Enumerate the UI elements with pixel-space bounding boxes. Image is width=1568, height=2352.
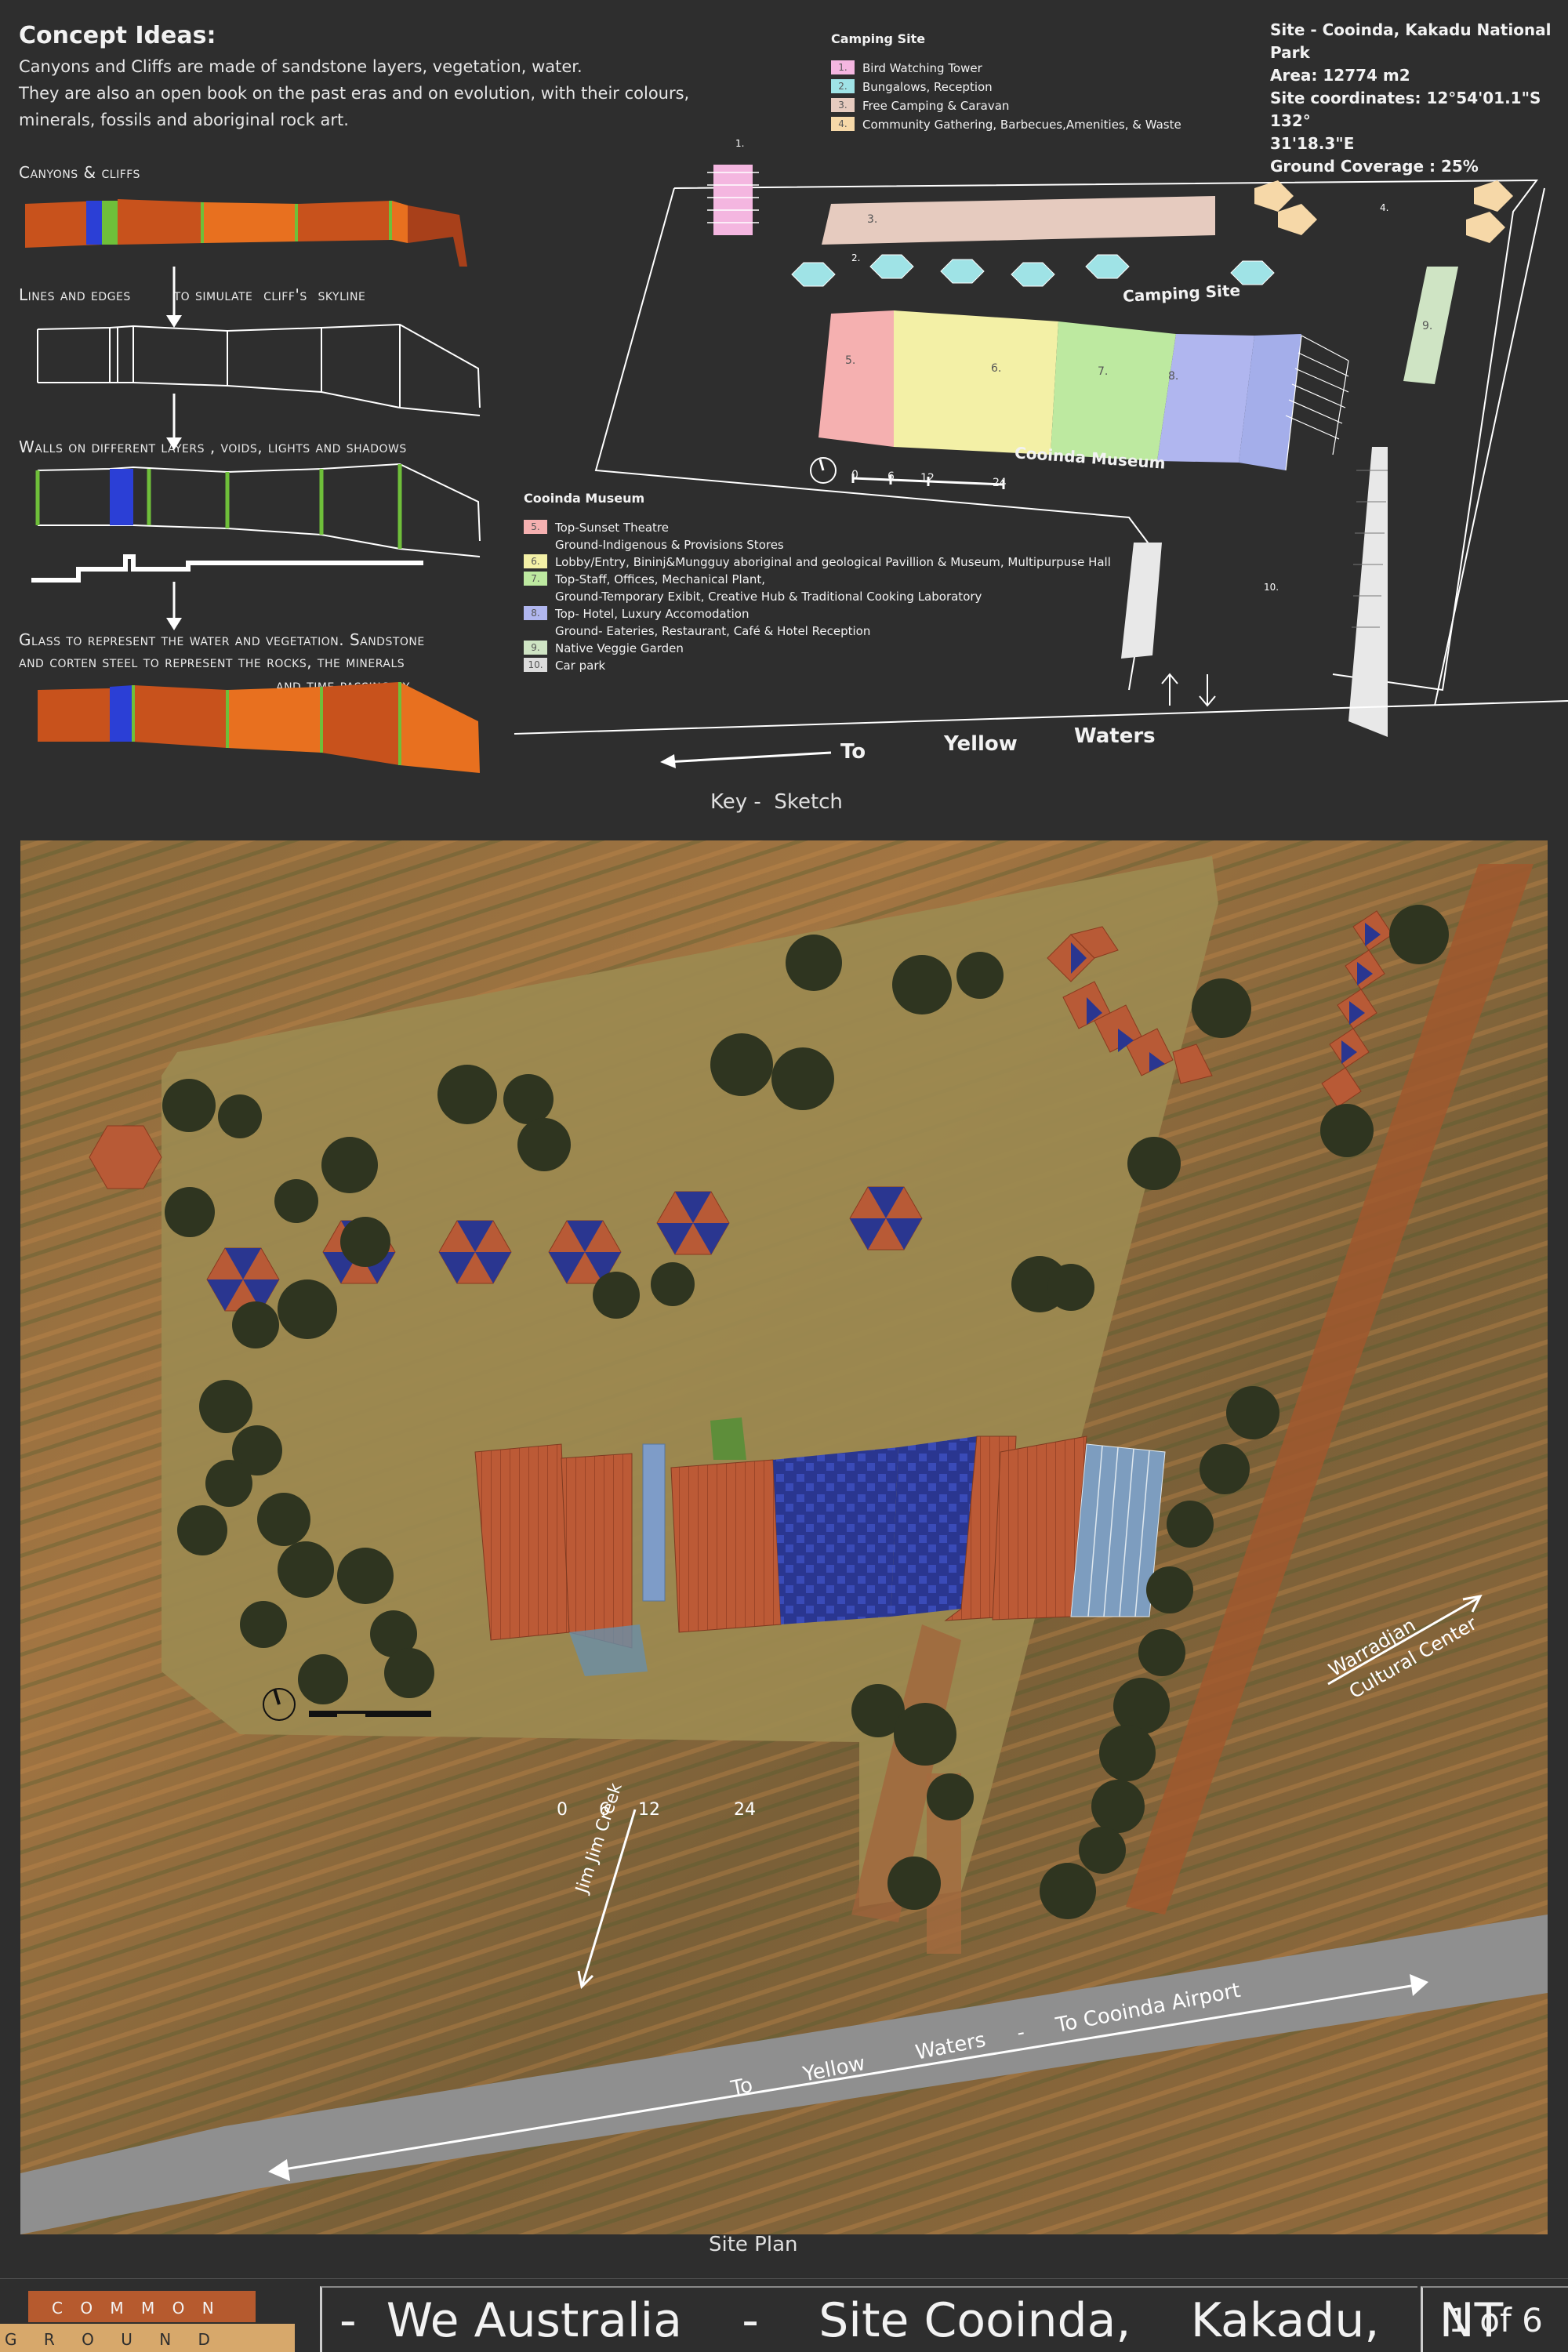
museum-legend: Cooinda Museum 5. Top-Sunset Theatre Grou…: [524, 491, 1111, 673]
entry-arrows: [1161, 673, 1216, 707]
site-info-coords-1: Site coordinates: 12°54'01.1"S 132°: [1270, 89, 1541, 130]
legend-item-8: 8. Top- Hotel, Luxury Accomodation: [524, 606, 1111, 622]
sketch-road-line: [514, 700, 1568, 735]
site-info-name: Site - Cooinda, Kakadu National Park: [1270, 20, 1552, 62]
legend-item-7-ground: Ground-Temporary Exibit, Creative Hub & …: [555, 590, 982, 604]
sketch-free-camping: [822, 196, 1215, 245]
page-indicator: 1 of 6: [1421, 2286, 1568, 2352]
sketch-bungalows: [791, 254, 1275, 287]
legend-item-5: 5. Top-Sunset Theatre: [524, 520, 1111, 535]
site-info-coverage: Ground Coverage : 25%: [1270, 157, 1479, 176]
site-info-area: Area: 12774 m2: [1270, 66, 1410, 85]
sketch-block-5: [818, 310, 894, 447]
sketch-road-waters: Waters: [1074, 724, 1156, 748]
legend-item-bird-tower: 1. Bird Watching Tower: [831, 60, 1181, 76]
concept-line: Canyons and Cliffs are made of sandstone…: [19, 57, 583, 76]
sketch-block-7: [1051, 321, 1176, 461]
sketch-road-to: To: [840, 740, 866, 764]
legend-item-5-ground: Ground-Indigenous & Provisions Stores: [555, 538, 784, 552]
sketch-road-arrow: [666, 751, 832, 764]
camping-legend: Camping Site 1. Bird Watching Tower 2. Bun…: [831, 31, 1181, 132]
sketch-road-yellow: Yellow: [944, 732, 1018, 756]
sketch-num-8: 8.: [1168, 370, 1179, 383]
legend-item-8-ground: Ground- Eateries, Restaurant, Café & Hot…: [555, 624, 871, 638]
legend-item-free-camping: 3. Free Camping & Caravan: [831, 98, 1181, 114]
logo: C O M M O N G R O U N D: [0, 2286, 295, 2352]
site-scale-0: 0: [557, 1800, 568, 1820]
logo-bottom-text: G R O U N D: [5, 2330, 221, 2349]
site-plan: [20, 840, 1548, 2234]
sketch-caption: Key - Sketch: [710, 790, 843, 814]
sketch-car-park-2: [1121, 543, 1162, 659]
legend-item-bungalows: 2. Bungalows, Reception: [831, 79, 1181, 95]
concept-line: They are also an open book on the past e…: [19, 84, 690, 103]
sketch-scale-24: 24: [993, 477, 1007, 489]
step-canyons-label: Canyons & cliffs: [19, 163, 140, 182]
site-scale-24: 24: [734, 1800, 756, 1820]
legend-item-6: 6. Lobby/Entry, Bininj&Mungguy aboriginal…: [524, 554, 1111, 570]
sketch-num-9: 9.: [1422, 320, 1433, 332]
concept-text: Canyons and Cliffs are made of sandstone…: [19, 53, 709, 133]
site-scale-bar: [309, 1711, 431, 1717]
sketch-scale-6: 6: [887, 470, 895, 483]
legend-item-community: 4. Community Gathering, Barbecues,Ameniti…: [831, 117, 1181, 132]
camping-legend-title: Camping Site: [831, 31, 926, 46]
concept-title: Concept Ideas:: [19, 22, 216, 49]
legend-item-10: 10. Car park: [524, 658, 1111, 673]
legend-item-7: 7. Top-Staff, Offices, Mechanical Plant,: [524, 572, 1111, 587]
sketch-num-5: 5.: [845, 354, 856, 367]
legend-item-9: 9. Native Veggie Garden: [524, 641, 1111, 656]
sketch-num-6: 6.: [991, 362, 1002, 375]
walls-diagram: [31, 463, 481, 583]
sketch-num-3: 3.: [867, 213, 878, 226]
sketch-num-1: 1.: [735, 138, 745, 149]
sketch-num-2: 2.: [851, 252, 861, 263]
sketch-num-10: 10.: [1264, 582, 1279, 593]
sketch-bird-tower: [707, 165, 759, 235]
sketch-block-6: [894, 310, 1058, 455]
site-info: Site - Cooinda, Kakadu National Park Are…: [1270, 19, 1568, 178]
site-plan-caption: Site Plan: [709, 2233, 798, 2256]
sketch-scale-12: 12: [920, 472, 935, 485]
concept-diagrams: [25, 199, 481, 773]
sketch-scale-0: 0: [851, 469, 858, 481]
sketch-car-park: [1348, 447, 1388, 737]
museum-legend-title: Cooinda Museum: [524, 491, 645, 506]
site-scale-12: 12: [638, 1800, 660, 1820]
footer-title: - We Australia - Site Cooinda, Kakadu, N…: [320, 2286, 1503, 2352]
sketch-num-4: 4.: [1380, 202, 1389, 213]
key-sketch: [514, 165, 1568, 768]
final-strip: [38, 682, 480, 773]
logo-top-text: C O M M O N: [52, 2299, 220, 2318]
canyons-strip: [25, 199, 467, 267]
skyline-lines: [37, 323, 481, 416]
site-info-coords-2: 31'18.3"E: [1270, 134, 1355, 153]
sketch-num-7: 7.: [1098, 365, 1109, 378]
